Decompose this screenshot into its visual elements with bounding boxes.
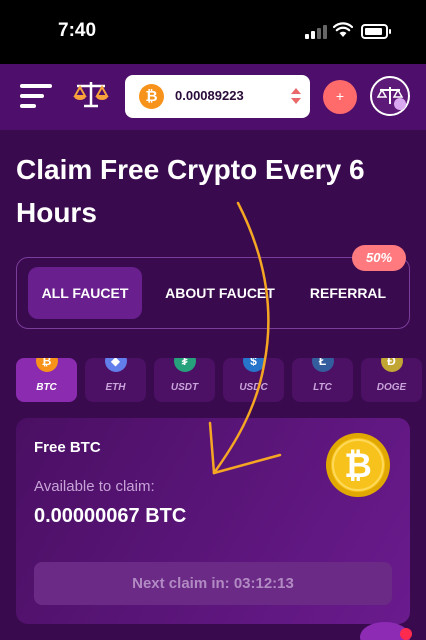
litecoin-icon: Ł — [311, 358, 334, 372]
balance-stepper-icon[interactable] — [290, 86, 302, 106]
coin-label: BTC — [36, 382, 57, 393]
bitcoin-coin-icon: ₿ — [326, 433, 390, 497]
tether-icon: ₮ — [173, 358, 196, 372]
bitcoin-icon: ₿ — [139, 84, 164, 109]
coin-tab-usdc[interactable]: $ USDC — [223, 358, 284, 402]
ethereum-icon: ◆ — [104, 358, 127, 372]
coin-selector: ₿ BTC ◆ ETH ₮ USDT $ USDC Ł LTC Ð DOGE — [16, 358, 426, 402]
coin-label: ETH — [105, 382, 126, 393]
avatar-scales-icon — [376, 87, 406, 110]
coin-tab-btc[interactable]: ₿ BTC — [16, 358, 77, 402]
referral-badge: 50% — [352, 245, 406, 271]
coin-tab-eth[interactable]: ◆ ETH — [85, 358, 146, 402]
coin-label: DOGE — [376, 382, 407, 393]
status-bar: 7:40 — [0, 0, 426, 64]
cellular-signal-icon — [305, 25, 327, 39]
claim-amount: 0.00000067 BTC — [34, 505, 187, 527]
menu-icon[interactable] — [20, 84, 52, 110]
coin-label: USDT — [170, 382, 199, 393]
coin-tab-usdt[interactable]: ₮ USDT — [154, 358, 215, 402]
usd-coin-icon: $ — [242, 358, 265, 372]
notification-dot — [400, 628, 412, 640]
tab-all-faucet[interactable]: ALL FAUCET — [28, 267, 142, 319]
logo-scales-icon[interactable] — [72, 78, 110, 110]
tab-referral[interactable]: REFERRAL — [300, 267, 396, 319]
bitcoin-icon: ₿ — [35, 358, 58, 372]
svg-text:₿: ₿ — [344, 446, 372, 486]
available-label: Available to claim: — [34, 478, 155, 495]
avatar[interactable] — [370, 76, 410, 116]
next-claim-button[interactable]: Next claim in: 03:12:13 — [34, 562, 392, 605]
page-title: Claim Free Crypto Every 6 Hours — [16, 154, 365, 228]
card-title: Free BTC — [34, 439, 101, 456]
status-time: 7:40 — [58, 20, 97, 41]
dogecoin-icon: Ð — [380, 358, 403, 372]
coin-label: USDC — [239, 382, 268, 393]
tab-about-faucet[interactable]: ABOUT FAUCET — [158, 267, 282, 319]
coin-tab-ltc[interactable]: Ł LTC — [292, 358, 353, 402]
wifi-icon — [333, 22, 353, 37]
coin-tab-doge[interactable]: Ð DOGE — [361, 358, 422, 402]
coin-label: LTC — [313, 382, 332, 393]
battery-icon — [361, 24, 391, 39]
add-funds-button[interactable]: + — [323, 80, 357, 114]
balance-value: 0.00089223 — [175, 88, 244, 103]
